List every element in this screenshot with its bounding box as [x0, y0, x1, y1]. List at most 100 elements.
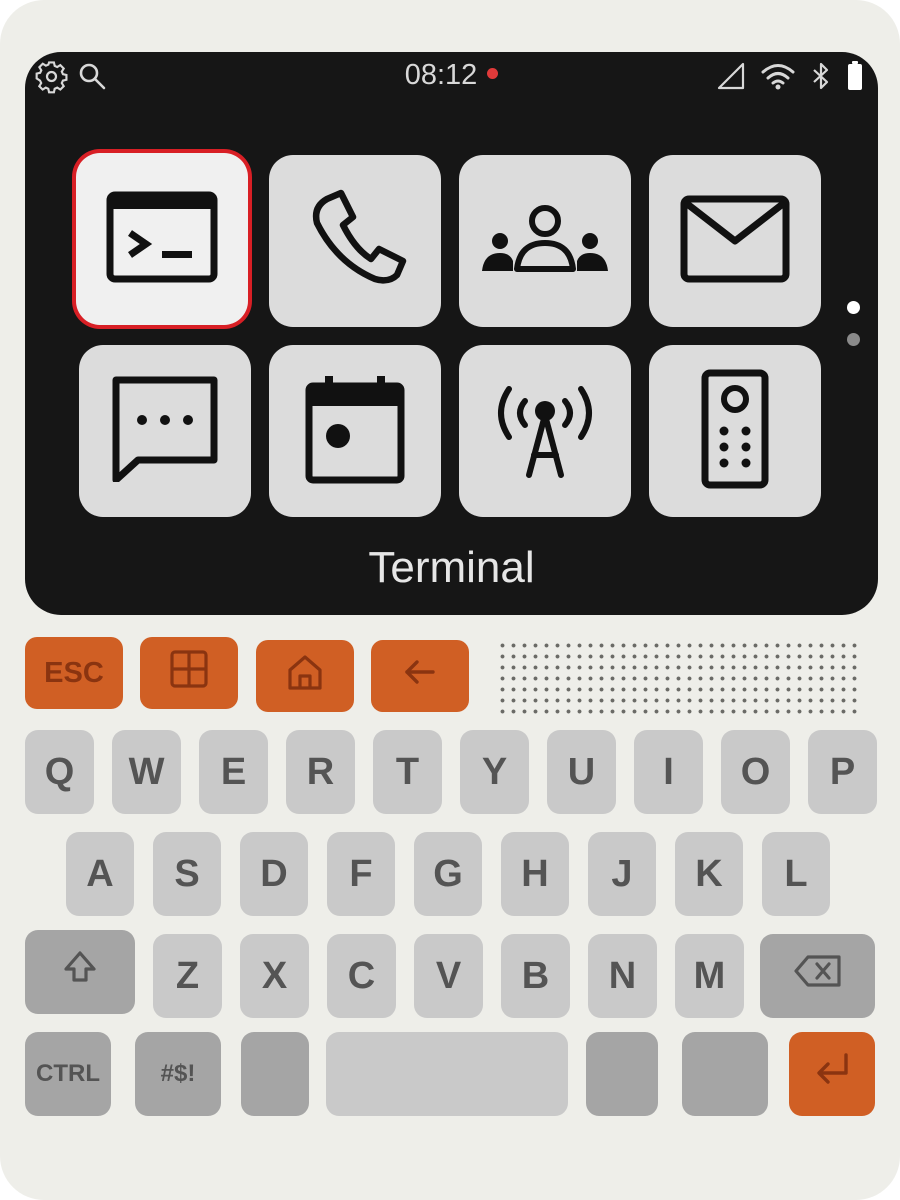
messages-icon	[110, 376, 220, 487]
app-tile-contacts[interactable]	[459, 155, 631, 327]
key-y[interactable]: Y	[460, 730, 529, 814]
key-label: A	[86, 852, 114, 895]
app-tile-messages[interactable]	[79, 345, 251, 517]
key-r[interactable]: R	[286, 730, 355, 814]
key-e[interactable]: E	[199, 730, 268, 814]
key-label: S	[174, 852, 200, 895]
key-label: Y	[481, 750, 508, 793]
recording-indicator	[487, 67, 499, 79]
wifi-icon	[760, 61, 796, 96]
key-label: X	[261, 954, 288, 997]
calendar-icon	[305, 374, 405, 489]
contacts-icon	[480, 199, 610, 284]
key-u[interactable]: U	[547, 730, 616, 814]
key-label: Q	[44, 750, 75, 793]
key-label: I	[663, 750, 674, 793]
battery-icon	[846, 60, 864, 97]
speaker-grille	[497, 640, 861, 716]
remote-icon	[699, 369, 771, 494]
key-label: Z	[175, 954, 200, 997]
blank-key-far-right[interactable]	[682, 1032, 768, 1116]
key-label: G	[433, 852, 463, 895]
app-tile-terminal[interactable]	[76, 153, 248, 325]
page-dot[interactable]	[847, 333, 860, 346]
key-label: D	[260, 852, 288, 895]
blank-key-right[interactable]	[586, 1032, 658, 1116]
key-z[interactable]: Z	[153, 934, 222, 1018]
key-label: V	[435, 954, 462, 997]
mail-icon	[680, 195, 790, 288]
key-w[interactable]: W	[112, 730, 181, 814]
key-label: F	[349, 852, 373, 895]
clock-time: 08:12	[404, 59, 478, 91]
esc-key-label: ESC	[44, 656, 104, 689]
device-body: 08:12 Terminal ESC Q W E R T Y U I O P A…	[0, 0, 900, 1200]
key-a[interactable]: A	[66, 832, 134, 916]
radio-tower-icon	[487, 379, 603, 484]
app-tile-phone[interactable]	[269, 155, 441, 327]
key-g[interactable]: G	[414, 832, 482, 916]
blank-key-left[interactable]	[241, 1032, 309, 1116]
key-c[interactable]: C	[327, 934, 396, 1018]
phone-icon	[303, 187, 407, 296]
key-j[interactable]: J	[588, 832, 656, 916]
grid-icon	[169, 649, 209, 697]
key-label: T	[395, 750, 420, 793]
shift-key[interactable]	[25, 930, 135, 1014]
home-key[interactable]	[256, 640, 354, 712]
key-label: E	[220, 750, 247, 793]
key-label: J	[611, 852, 633, 895]
key-s[interactable]: S	[153, 832, 221, 916]
grid-key[interactable]	[140, 637, 238, 709]
symbols-key-label: #$!	[160, 1060, 196, 1087]
key-m[interactable]: M	[675, 934, 744, 1018]
key-d[interactable]: D	[240, 832, 308, 916]
back-key[interactable]	[371, 640, 469, 712]
app-tile-remote[interactable]	[649, 345, 821, 517]
key-k[interactable]: K	[675, 832, 743, 916]
key-label: W	[128, 750, 165, 793]
key-t[interactable]: T	[373, 730, 442, 814]
app-tile-mail[interactable]	[649, 155, 821, 327]
backspace-key[interactable]	[760, 934, 875, 1018]
key-x[interactable]: X	[240, 934, 309, 1018]
key-label: N	[608, 954, 637, 997]
page-indicator	[847, 301, 860, 365]
app-tile-calendar[interactable]	[269, 345, 441, 517]
key-h[interactable]: H	[501, 832, 569, 916]
cell-signal-icon	[716, 61, 746, 96]
ctrl-key[interactable]: CTRL	[25, 1032, 111, 1116]
key-q[interactable]: Q	[25, 730, 94, 814]
key-label: C	[347, 954, 376, 997]
key-p[interactable]: P	[808, 730, 877, 814]
back-arrow-icon	[402, 657, 438, 695]
key-label: U	[567, 750, 596, 793]
key-label: R	[306, 750, 335, 793]
enter-icon	[812, 1051, 852, 1097]
space-key[interactable]	[326, 1032, 568, 1116]
key-label: P	[829, 750, 856, 793]
key-label: O	[740, 750, 771, 793]
key-l[interactable]: L	[762, 832, 830, 916]
screen: 08:12 Terminal	[25, 52, 878, 615]
key-f[interactable]: F	[327, 832, 395, 916]
key-label: K	[695, 852, 723, 895]
backspace-icon	[793, 954, 842, 998]
ctrl-key-label: CTRL	[36, 1060, 100, 1087]
selected-app-label: Terminal	[368, 543, 535, 592]
key-n[interactable]: N	[588, 934, 657, 1018]
enter-key[interactable]	[789, 1032, 875, 1116]
bluetooth-icon	[810, 61, 832, 96]
key-label: M	[693, 954, 726, 997]
esc-key[interactable]: ESC	[25, 637, 123, 709]
key-v[interactable]: V	[414, 934, 483, 1018]
app-tile-radio[interactable]	[459, 345, 631, 517]
page-dot-active[interactable]	[847, 301, 860, 314]
shift-icon	[63, 950, 97, 994]
key-label: L	[784, 852, 808, 895]
home-icon	[285, 652, 325, 700]
symbols-key[interactable]: #$!	[135, 1032, 221, 1116]
key-o[interactable]: O	[721, 730, 790, 814]
key-i[interactable]: I	[634, 730, 703, 814]
key-b[interactable]: B	[501, 934, 570, 1018]
